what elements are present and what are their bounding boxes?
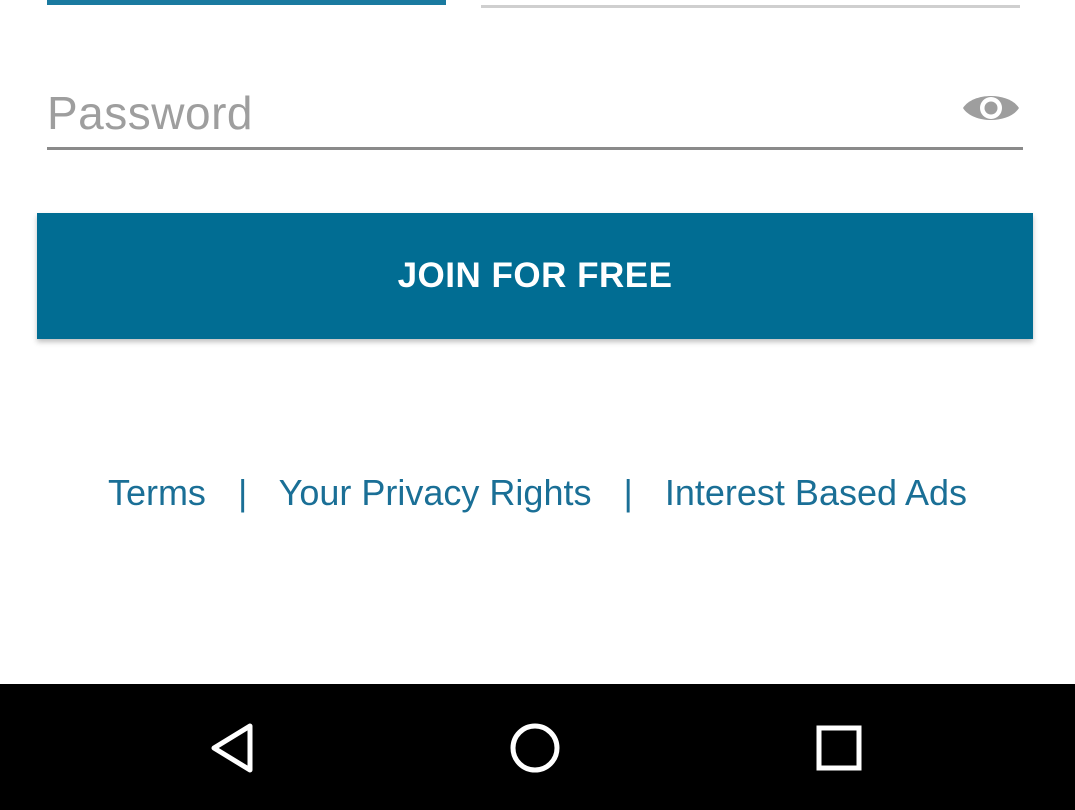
interest-based-ads-link[interactable]: Interest Based Ads	[665, 472, 967, 513]
back-triangle-icon[interactable]	[206, 722, 262, 774]
recents-square-icon[interactable]	[811, 722, 867, 774]
join-for-free-button[interactable]: JOIN FOR FREE	[37, 213, 1033, 339]
password-placeholder: Password	[47, 87, 253, 139]
name-field-underline	[481, 5, 1020, 8]
footer-links: Terms | Your Privacy Rights | Interest B…	[0, 472, 1075, 514]
password-field[interactable]: Password	[47, 72, 1023, 150]
privacy-rights-link[interactable]: Your Privacy Rights	[279, 472, 592, 513]
eye-icon[interactable]	[961, 88, 1021, 128]
email-field-underline-active	[47, 0, 446, 5]
home-circle-icon[interactable]	[507, 722, 563, 774]
link-separator: |	[237, 472, 248, 513]
terms-link[interactable]: Terms	[108, 472, 206, 513]
android-navigation-bar	[0, 684, 1075, 810]
link-separator: |	[623, 472, 633, 513]
